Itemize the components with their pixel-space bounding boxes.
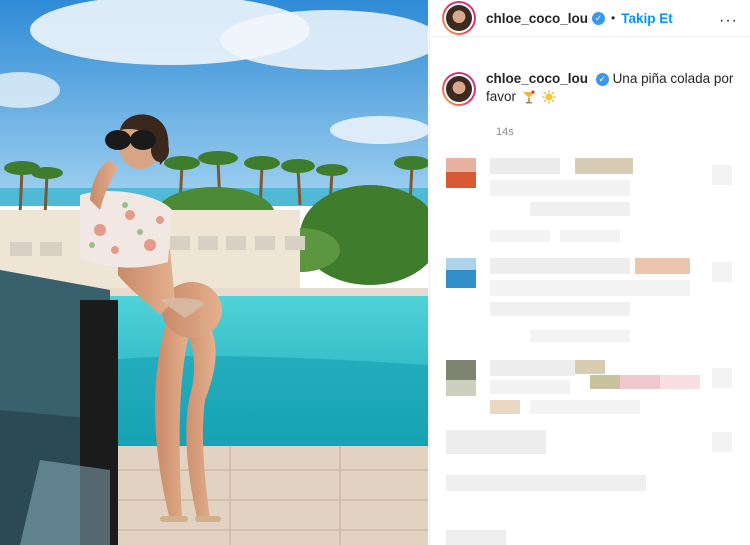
caption-username[interactable]: chloe_coco_lou bbox=[486, 71, 588, 86]
more-options-icon[interactable]: ··· bbox=[719, 12, 738, 30]
post-image[interactable] bbox=[0, 0, 428, 545]
verified-icon: ✓ bbox=[592, 11, 606, 25]
avatar[interactable] bbox=[442, 1, 476, 35]
verified-icon: ✓ bbox=[595, 72, 609, 86]
cocktail-icon bbox=[522, 90, 535, 104]
post-side-panel: chloe_coco_lou ✓ • Takip Et ··· chloe_co… bbox=[429, 0, 750, 545]
post-header: chloe_coco_lou ✓ • Takip Et ··· bbox=[430, 0, 750, 37]
caption: chloe_coco_lou ✓ Una piña colada por fav… bbox=[442, 70, 742, 106]
follow-button[interactable]: Takip Et bbox=[621, 11, 673, 26]
caption-avatar[interactable] bbox=[442, 72, 476, 106]
username-link[interactable]: chloe_coco_lou bbox=[486, 11, 588, 26]
sun-icon bbox=[542, 90, 556, 104]
post-timestamp: 14s bbox=[496, 126, 514, 138]
caption-text: chloe_coco_lou ✓ Una piña colada por fav… bbox=[486, 70, 742, 106]
separator-dot: • bbox=[611, 11, 616, 25]
